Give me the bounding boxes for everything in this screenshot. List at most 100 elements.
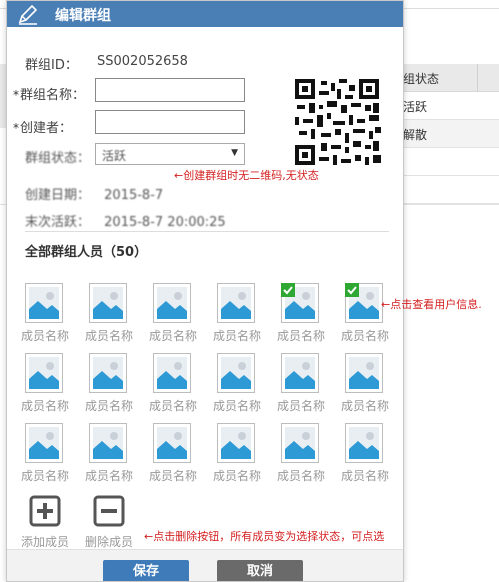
status-select-value: 活跃 xyxy=(102,149,127,163)
member-avatar-icon xyxy=(217,423,255,463)
group-name-label-text: 群组名称： xyxy=(20,88,86,103)
column-separator xyxy=(477,64,478,92)
member-avatar-icon xyxy=(281,423,319,463)
member-item[interactable]: 成员名称 xyxy=(17,353,73,415)
members-section-title: 全部群组人员（50） xyxy=(25,245,148,260)
member-item[interactable]: 成员名称 xyxy=(17,283,73,345)
member-item[interactable]: 成员名称 xyxy=(273,423,329,485)
last-active-label: 末次活跃： xyxy=(25,215,91,230)
member-item[interactable]: 成员名称 xyxy=(209,423,265,485)
member-name: 成员名称 xyxy=(212,329,261,343)
member-avatar-icon xyxy=(89,353,127,393)
member-avatar-icon xyxy=(345,423,383,463)
created-date-value: 2015-8-7 xyxy=(104,188,164,203)
plus-icon xyxy=(29,495,61,527)
section-divider xyxy=(25,231,389,232)
checkbox-checked-icon[interactable] xyxy=(281,283,295,297)
add-member-button[interactable]: 添加成员 xyxy=(17,495,73,557)
pencil-icon xyxy=(18,4,38,25)
required-mark: * xyxy=(13,88,19,102)
delete-annotation: ←点击删除按钮，所有成员变为选择状态，可点选 xyxy=(144,530,385,543)
member-name: 成员名称 xyxy=(84,399,133,413)
member-name: 成员名称 xyxy=(148,399,197,413)
member-item[interactable]: 成员名称 xyxy=(337,353,393,415)
member-name: 成员名称 xyxy=(148,469,197,483)
member-item[interactable]: 成员名称 xyxy=(273,283,329,345)
last-active-value: 2015-8-7 20:00:25 xyxy=(104,215,226,230)
member-item[interactable]: 成员名称 xyxy=(209,353,265,415)
dialog-header: 编辑群组 xyxy=(7,1,403,27)
member-item[interactable]: 成员名称 xyxy=(145,423,201,485)
member-avatar-icon xyxy=(25,423,63,463)
member-name: 成员名称 xyxy=(84,329,133,343)
member-name: 成员名称 xyxy=(20,399,69,413)
cancel-button[interactable]: 取消 xyxy=(217,560,303,581)
dialog-footer: 保存 取消 xyxy=(7,549,403,581)
creator-label-text: 创建者： xyxy=(20,121,73,136)
creator-input[interactable] xyxy=(95,110,245,134)
member-avatar-icon xyxy=(25,283,63,323)
member-item[interactable]: 成员名称 xyxy=(209,283,265,345)
background-table-row: 解散 xyxy=(395,120,499,148)
edit-group-dialog: 编辑群组 群组ID： SS002052658 *群组名称： *创建者： 群组状态… xyxy=(6,0,404,582)
background-table-row xyxy=(395,148,499,176)
member-annotation: ←点击查看用户信息. xyxy=(381,298,482,311)
status-select[interactable]: 活跃 ▼ xyxy=(95,143,245,165)
member-avatar-icon xyxy=(217,353,255,393)
qr-annotation: ←创建群组时无二维码,无状态 xyxy=(174,169,319,182)
status-label: 群组状态： xyxy=(25,151,91,166)
member-name: 成员名称 xyxy=(20,329,69,343)
member-item[interactable]: 成员名称 xyxy=(145,283,201,345)
member-avatar-icon xyxy=(25,353,63,393)
member-item[interactable]: 成员名称 xyxy=(337,283,393,345)
member-name: 成员名称 xyxy=(340,399,389,413)
background-status-cell: 活跃 xyxy=(403,100,428,114)
background-table-row xyxy=(395,176,499,204)
background-column-header: 组状态 xyxy=(395,64,499,92)
member-name: 成员名称 xyxy=(340,329,389,343)
minus-icon xyxy=(93,495,125,527)
member-name: 成员名称 xyxy=(212,469,261,483)
qr-code-image xyxy=(293,77,383,169)
required-mark: * xyxy=(13,121,19,135)
checkbox-checked-icon[interactable] xyxy=(345,283,359,297)
add-member-label: 添加成员 xyxy=(20,535,69,549)
group-name-input[interactable] xyxy=(95,78,245,102)
member-item[interactable]: 成员名称 xyxy=(337,423,393,485)
remove-member-button[interactable]: 删除成员 xyxy=(81,495,137,557)
member-avatar-icon xyxy=(281,353,319,393)
group-name-label: *群组名称： xyxy=(13,84,85,103)
member-avatar-icon xyxy=(345,353,383,393)
last-active-row: 末次活跃： 2015-8-7 20:00:25 xyxy=(25,211,226,230)
member-name: 成员名称 xyxy=(276,399,325,413)
group-id-value: SS002052658 xyxy=(97,54,188,69)
member-name: 成员名称 xyxy=(20,469,69,483)
member-avatar-icon xyxy=(217,283,255,323)
member-item[interactable]: 成员名称 xyxy=(81,423,137,485)
member-name: 成员名称 xyxy=(276,469,325,483)
created-date-label: 创建日期： xyxy=(25,188,91,203)
member-item[interactable]: 成员名称 xyxy=(145,353,201,415)
member-item[interactable]: 成员名称 xyxy=(81,353,137,415)
member-item[interactable]: 成员名称 xyxy=(273,353,329,415)
member-name: 成员名称 xyxy=(148,329,197,343)
member-item[interactable]: 成员名称 xyxy=(81,283,137,345)
background-table-row: 活跃 xyxy=(395,92,499,120)
member-avatar-icon xyxy=(153,353,191,393)
column-header-status: 组状态 xyxy=(403,72,440,86)
member-item[interactable]: 成员名称 xyxy=(17,423,73,485)
member-name: 成员名称 xyxy=(212,399,261,413)
member-avatar-icon xyxy=(89,283,127,323)
member-name: 成员名称 xyxy=(84,469,133,483)
remove-member-label: 删除成员 xyxy=(84,535,133,549)
member-avatar-icon xyxy=(89,423,127,463)
group-id-label: 群组ID： xyxy=(25,58,78,73)
member-name: 成员名称 xyxy=(340,469,389,483)
member-name: 成员名称 xyxy=(276,329,325,343)
member-avatar-icon xyxy=(153,283,191,323)
chevron-down-icon: ▼ xyxy=(231,148,238,158)
background-status-cell: 解散 xyxy=(403,128,428,142)
creator-label: *创建者： xyxy=(13,117,72,136)
save-button[interactable]: 保存 xyxy=(103,560,189,581)
dialog-title: 编辑群组 xyxy=(55,8,111,24)
